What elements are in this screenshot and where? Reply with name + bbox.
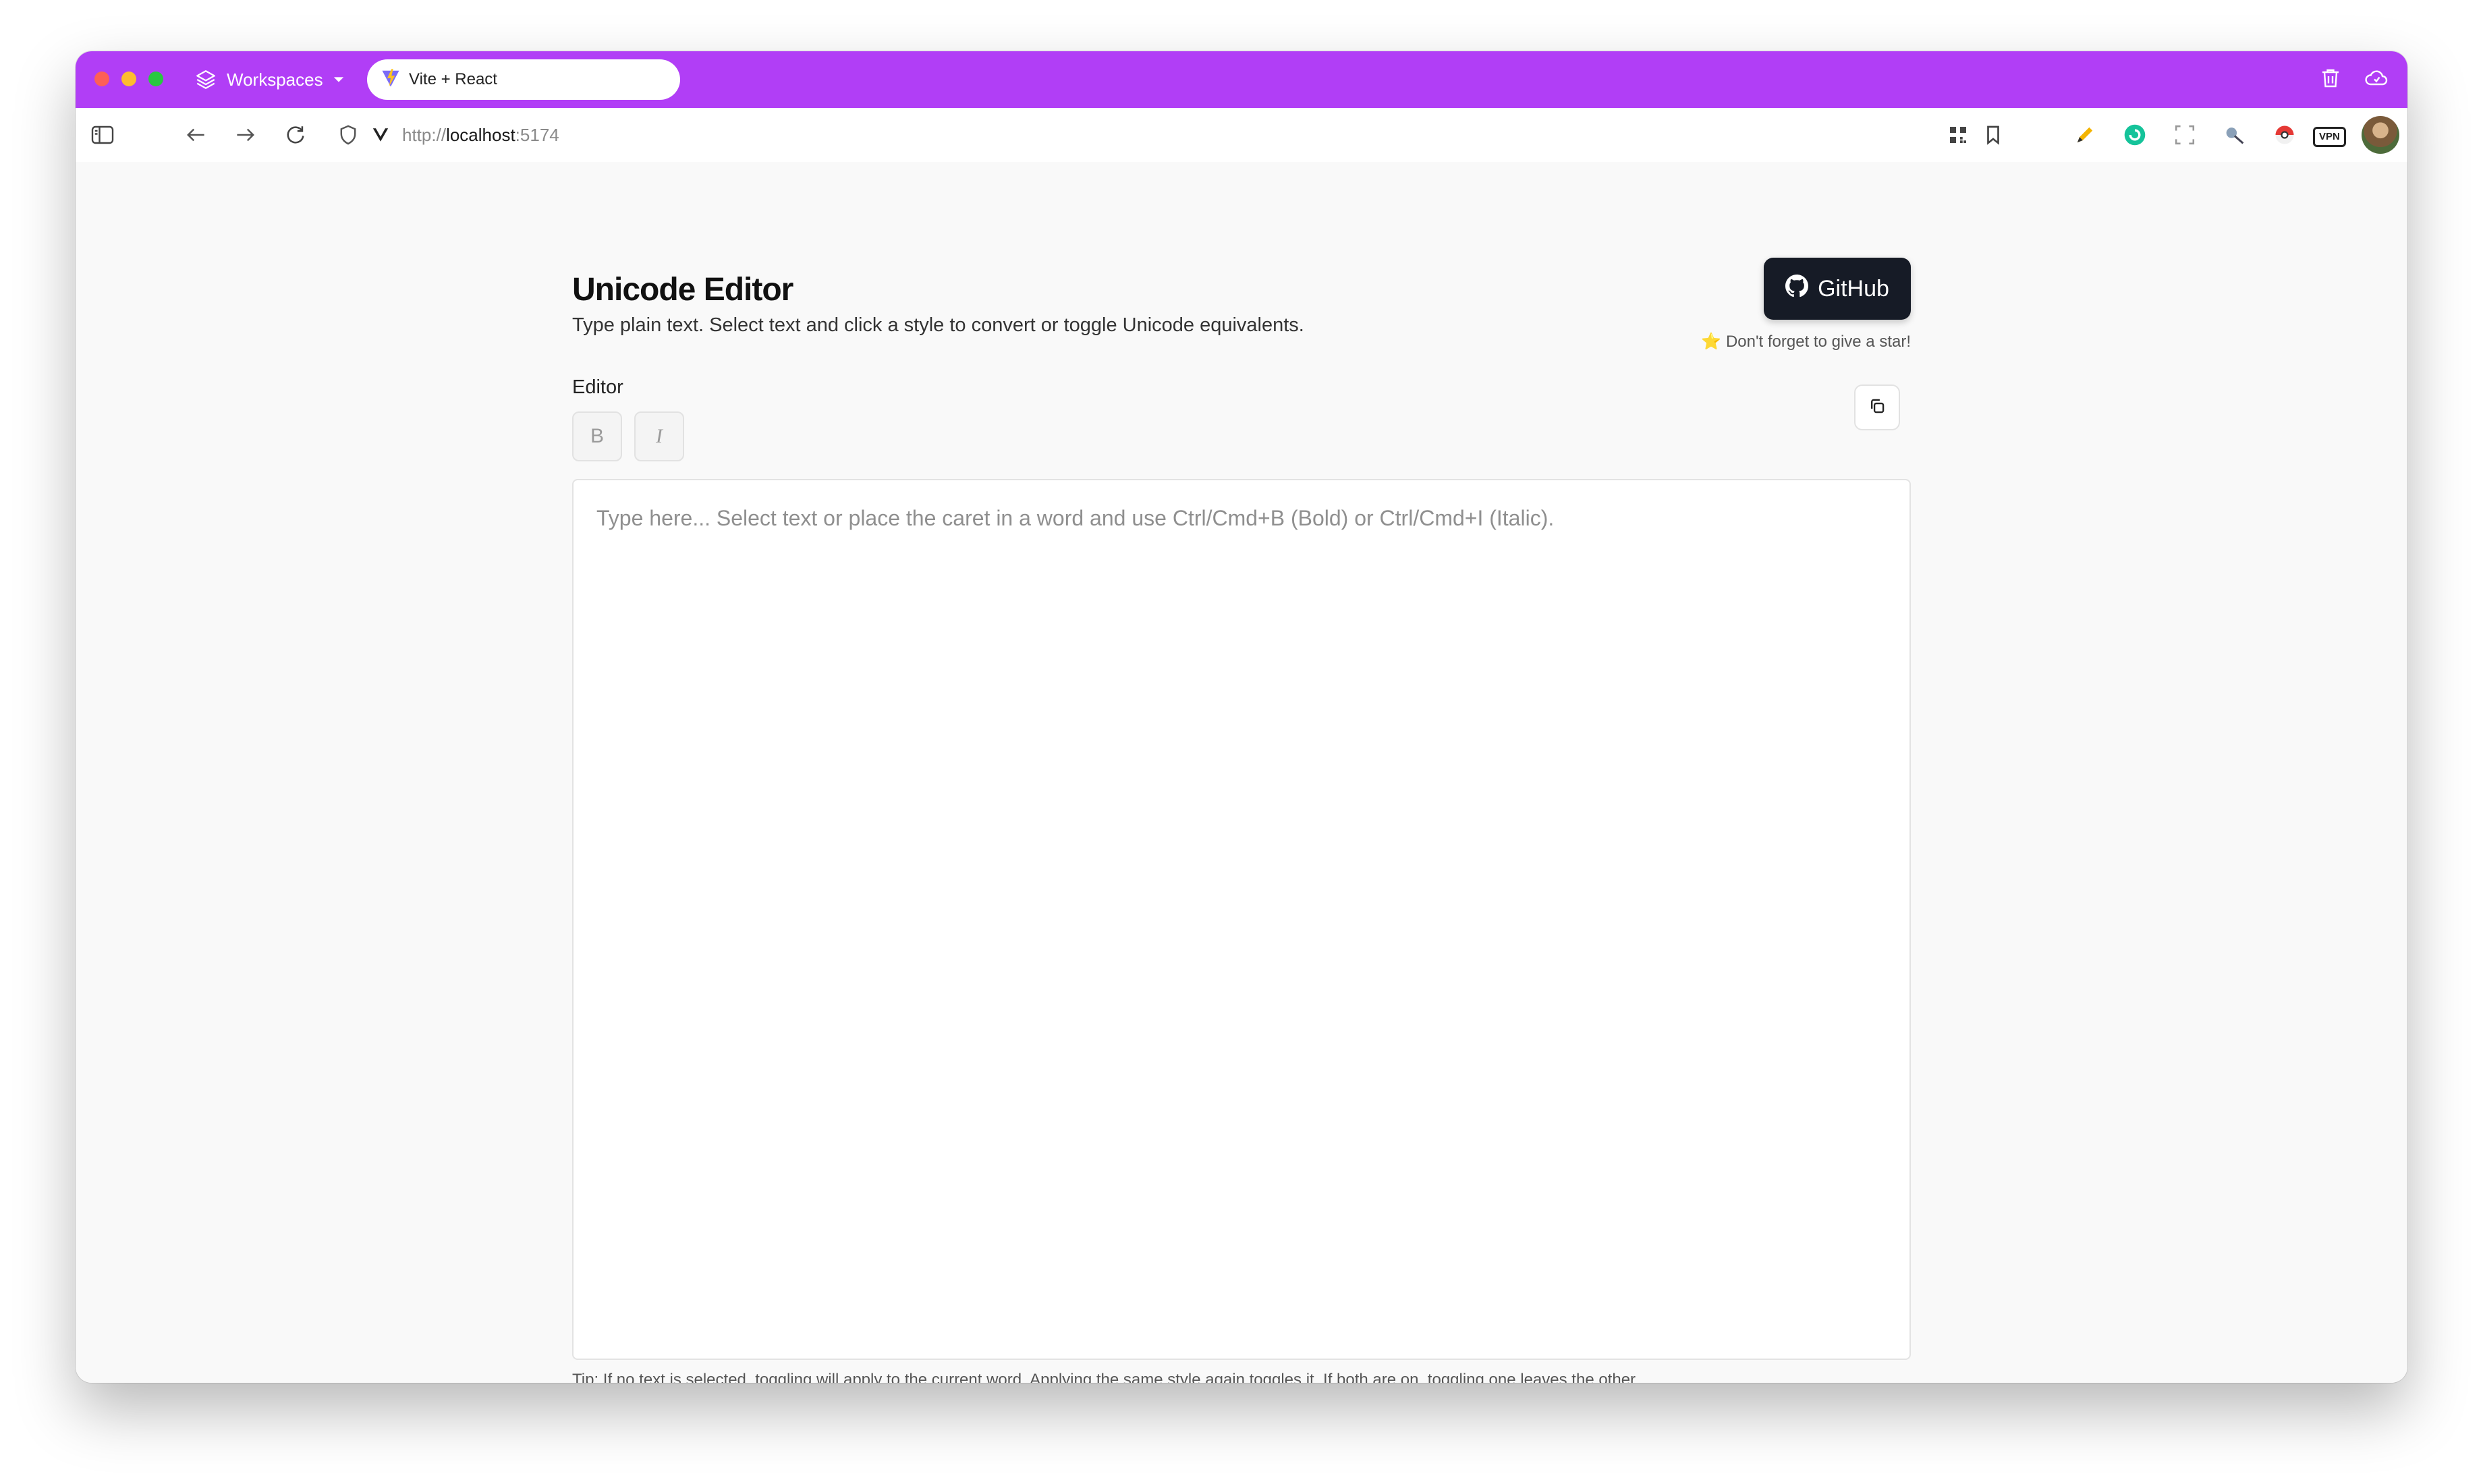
workspaces-menu[interactable]: Workspaces (194, 62, 345, 97)
url-port: :5174 (515, 124, 559, 145)
page-content: Unicode Editor Type plain text. Select t… (76, 162, 2407, 1383)
layers-icon (194, 68, 217, 91)
forward-arrow-icon[interactable] (232, 121, 259, 148)
github-button[interactable]: GitHub (1764, 258, 1911, 320)
tip-text: Tip: If no text is selected, toggling wi… (572, 1371, 1640, 1383)
screenshot-icon[interactable] (2171, 121, 2198, 148)
cloud-sync-icon[interactable] (2363, 66, 2390, 94)
bold-button[interactable]: B (572, 411, 622, 461)
star-note: ⭐ Don't forget to give a star! (1701, 333, 1911, 351)
tab-strip: Workspaces Vite + React (76, 51, 2407, 108)
page-subtitle: Type plain text. Select text and click a… (572, 314, 1304, 336)
satellite-extension-icon[interactable] (2221, 121, 2248, 148)
new-tab-button[interactable] (618, 65, 648, 94)
grammar-extension-icon[interactable] (2121, 121, 2148, 148)
italic-button[interactable]: I (634, 411, 684, 461)
editor-label: Editor (572, 376, 623, 398)
minimize-window-button[interactable] (121, 72, 136, 86)
tab-title: Vite + React (409, 70, 497, 88)
pencil-extension-icon[interactable] (2071, 121, 2098, 148)
reload-icon[interactable] (282, 121, 309, 148)
vpn-badge[interactable]: VPN (2313, 127, 2346, 147)
browser-window: Workspaces Vite + React http:// localhos… (76, 51, 2407, 1383)
avatar[interactable] (2362, 116, 2399, 154)
page-title: Unicode Editor (572, 272, 793, 308)
sidebar-toggle-icon[interactable] (89, 121, 116, 148)
editor-textarea[interactable] (572, 479, 1911, 1360)
vite-logo-icon (381, 68, 401, 92)
back-arrow-icon[interactable] (182, 121, 209, 148)
vivaldi-logo-icon (367, 121, 394, 148)
url-host: localhost (446, 124, 515, 145)
qr-code-icon[interactable] (1945, 121, 1972, 148)
address-toolbar: http://localhost:5174 VPN (76, 108, 2407, 163)
copy-button[interactable] (1854, 384, 1900, 430)
plus-icon (623, 69, 642, 91)
github-icon (1785, 274, 1809, 304)
chevron-down-icon (333, 74, 345, 86)
bookmark-icon[interactable] (1980, 121, 2007, 148)
pokeball-extension-icon[interactable] (2271, 121, 2298, 148)
url-scheme: http:// (402, 124, 447, 145)
close-window-button[interactable] (94, 72, 109, 86)
github-label: GitHub (1818, 275, 1889, 302)
url-field[interactable]: http://localhost:5174 (402, 121, 559, 148)
trash-icon[interactable] (2318, 66, 2343, 94)
copy-icon (1868, 397, 1886, 418)
workspaces-label: Workspaces (227, 69, 323, 90)
maximize-window-button[interactable] (148, 72, 163, 86)
shield-icon[interactable] (335, 121, 362, 148)
